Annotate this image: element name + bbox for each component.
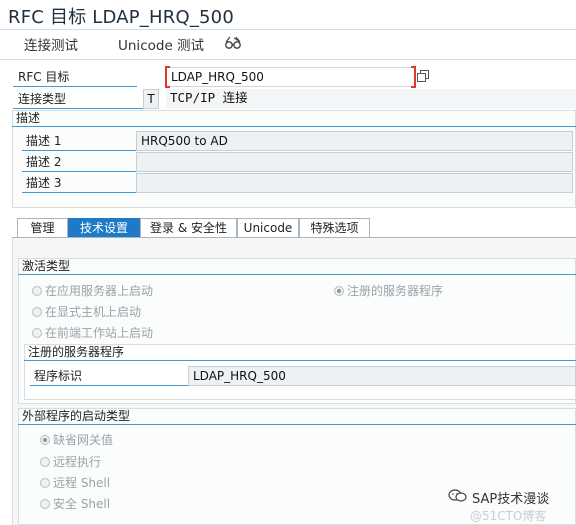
tab-administration[interactable]: 管理: [17, 218, 68, 237]
label-underline: [22, 171, 136, 172]
radio-button-icon: [40, 457, 50, 467]
description-1-field[interactable]: HRQ500 to AD: [136, 131, 573, 151]
description-2-label: 描述 2: [26, 155, 62, 169]
window-title: RFC 目标 LDAP_HRQ_500: [8, 7, 234, 28]
radio-explicit-host[interactable]: 在显式主机上启动: [32, 304, 141, 320]
program-id-field[interactable]: LDAP_HRQ_500: [188, 366, 576, 386]
radio-remote-shell[interactable]: 远程 Shell: [40, 475, 110, 491]
radio-remote-execution[interactable]: 远程执行: [40, 454, 101, 470]
description-heading: 描述: [12, 110, 576, 127]
radio-label: 在显式主机上启动: [45, 305, 142, 319]
radio-label: 缺省网关值: [53, 433, 114, 447]
focus-marker-right: [411, 66, 416, 88]
label-underline: [13, 108, 143, 109]
radio-app-server[interactable]: 在应用服务器上启动: [32, 283, 153, 299]
radio-secure-shell[interactable]: 安全 Shell: [40, 496, 110, 512]
connection-type-text: TCP/IP 连接: [166, 89, 576, 109]
program-id-label: 程序标识: [34, 369, 83, 383]
focus-marker-left: [165, 66, 170, 88]
tab-technical-settings[interactable]: 技术设置: [68, 218, 140, 237]
radio-label: 安全 Shell: [53, 497, 111, 511]
label-underline: [22, 192, 136, 193]
description-1-label: 描述 1: [26, 134, 62, 148]
watermark-wechat: SAP技术漫谈: [472, 492, 550, 507]
glasses-icon[interactable]: [224, 35, 242, 51]
activation-type-heading: 激活类型: [18, 258, 576, 275]
radio-default-gateway[interactable]: 缺省网关值: [40, 432, 113, 448]
label-underline: [13, 86, 137, 87]
copy-icon[interactable]: [417, 70, 429, 82]
unicode-test-button[interactable]: Unicode 测试: [118, 34, 204, 54]
title-divider: [0, 29, 576, 30]
radio-label: 在应用服务器上启动: [45, 284, 154, 298]
label-underline: [22, 150, 136, 151]
radio-button-icon: [40, 499, 50, 509]
watermark-blog: @51CTO博客: [470, 509, 547, 523]
radio-frontend-workstation[interactable]: 在前端工作站上启动: [32, 325, 153, 341]
description-3-label: 描述 3: [26, 176, 62, 190]
radio-button-icon: [32, 286, 42, 296]
radio-registered-server[interactable]: 注册的服务器程序: [334, 283, 443, 299]
label-underline: [30, 385, 188, 386]
connection-test-button[interactable]: 连接测试: [24, 34, 78, 54]
startup-type-heading: 外部程序的启动类型: [18, 408, 576, 425]
rfc-destination-field[interactable]: LDAP_HRQ_500: [166, 67, 415, 87]
toolbar-divider: [0, 59, 576, 60]
radio-button-selected-icon: [334, 286, 344, 296]
tab-unicode[interactable]: Unicode: [237, 218, 299, 237]
radio-button-icon: [32, 328, 42, 338]
wechat-icon: [448, 489, 468, 503]
tab-logon-security[interactable]: 登录 & 安全性: [140, 218, 237, 237]
radio-button-icon: [40, 478, 50, 488]
radio-label: 注册的服务器程序: [347, 284, 444, 298]
connection-type-label: 连接类型: [18, 92, 67, 106]
radio-label: 在前端工作站上启动: [45, 326, 154, 340]
radio-label: 远程 Shell: [53, 476, 111, 490]
radio-button-selected-icon: [40, 435, 50, 445]
description-3-field[interactable]: [136, 173, 573, 193]
radio-label: 远程执行: [53, 455, 102, 469]
rfc-destination-value: LDAP_HRQ_500: [171, 70, 264, 84]
rfc-destination-label: RFC 目标: [18, 70, 70, 84]
description-2-field[interactable]: [136, 152, 573, 172]
registered-server-heading: 注册的服务器程序: [24, 344, 576, 361]
tab-special-options[interactable]: 特殊选项: [299, 218, 370, 237]
radio-button-icon: [32, 307, 42, 317]
connection-type-code[interactable]: T: [143, 89, 159, 109]
